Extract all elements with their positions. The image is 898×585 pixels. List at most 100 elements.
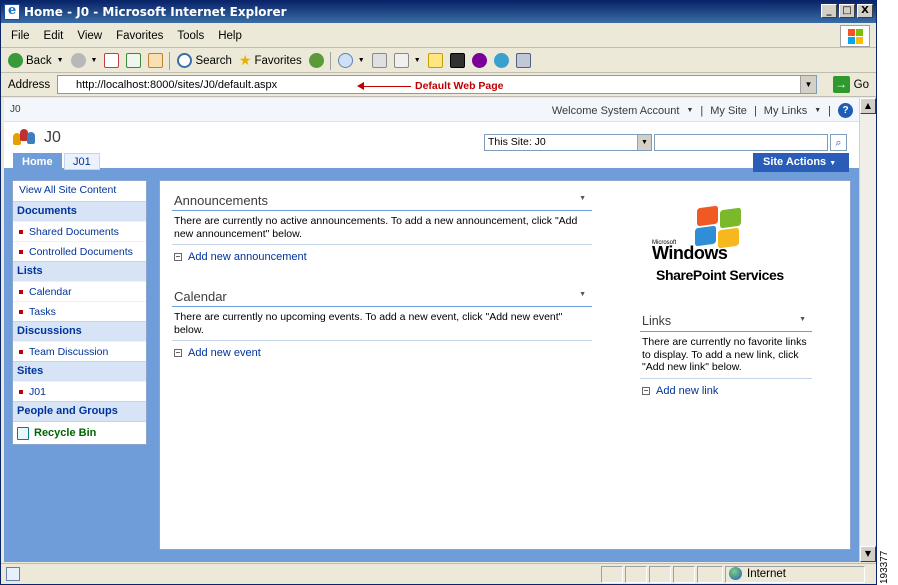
menu-tools[interactable]: Tools (170, 30, 211, 42)
add-event-link[interactable]: Add new event (172, 341, 592, 359)
quicklaunch-item-team-discussion[interactable]: Team Discussion (13, 341, 146, 361)
address-input[interactable]: http://localhost:8000/sites/J0/default.a… (57, 75, 817, 94)
my-site-link[interactable]: My Site (710, 105, 747, 117)
search-input[interactable] (654, 134, 828, 151)
quicklaunch-item-controlled-documents[interactable]: Controlled Documents (13, 241, 146, 261)
scroll-down-icon[interactable]: ▼ (860, 546, 876, 562)
quicklaunch-item-tasks[interactable]: Tasks (13, 301, 146, 321)
status-pane (673, 566, 695, 583)
yahoo-button[interactable] (471, 53, 487, 68)
yahoo-icon (471, 53, 487, 68)
divider: | (700, 104, 704, 117)
messenger-button[interactable] (493, 53, 509, 68)
menu-bar: File Edit View Favorites Tools Help (1, 24, 876, 48)
vertical-scrollbar[interactable]: ▲ ▼ (859, 98, 876, 562)
menu-favorites[interactable]: Favorites (109, 30, 170, 42)
global-breadcrumb[interactable]: J0 (10, 104, 21, 115)
chevron-down-icon: ▼ (686, 107, 694, 114)
go-button[interactable]: → Go (832, 76, 869, 93)
announcements-title[interactable]: Announcements ▼ (172, 191, 592, 211)
bullet-icon (19, 249, 23, 254)
tab-home[interactable]: Home (13, 153, 62, 170)
home-button[interactable] (148, 53, 164, 68)
status-pane (601, 566, 623, 583)
tab-j01[interactable]: J01 (64, 153, 100, 170)
close-button[interactable]: X (857, 4, 873, 18)
quicklaunch-heading-discussions[interactable]: Discussions (13, 321, 146, 341)
address-url: http://localhost:8000/sites/J0/default.a… (76, 78, 278, 91)
bluetooth-button[interactable] (515, 53, 531, 68)
discuss-button[interactable] (427, 53, 443, 68)
recycle-bin-link[interactable]: Recycle Bin (13, 421, 146, 444)
view-all-content-link[interactable]: View All Site Content (13, 181, 146, 201)
wss-logo: Microsoft Windows SharePoint Services (650, 203, 800, 289)
search-button[interactable]: Search (177, 53, 232, 68)
help-icon[interactable]: ? (838, 103, 853, 118)
refresh-icon (126, 53, 142, 68)
print-button[interactable] (371, 53, 387, 68)
webpart-menu-icon[interactable]: ▼ (799, 316, 806, 323)
quicklaunch-heading-lists[interactable]: Lists (13, 261, 146, 281)
add-item-icon (174, 349, 182, 358)
search-go-icon[interactable]: ⌕ (830, 134, 847, 151)
divider: | (753, 104, 757, 117)
page-viewport: J0 Welcome System Account ▼ | My Site | … (4, 98, 859, 562)
recycle-bin-icon (17, 426, 29, 440)
mail-button[interactable]: ▼ (337, 53, 365, 68)
stop-button[interactable] (104, 53, 120, 68)
bullet-icon (19, 349, 23, 354)
stop-icon (104, 53, 120, 68)
welcome-menu[interactable]: Welcome System Account (552, 105, 680, 117)
site-actions-menu[interactable]: Site Actions ▼ (753, 153, 849, 172)
back-button[interactable]: Back ▼ (8, 53, 64, 68)
quicklaunch-heading-documents[interactable]: Documents (13, 201, 146, 221)
go-arrow-icon: → (832, 76, 850, 93)
calendar-title[interactable]: Calendar ▼ (172, 287, 592, 307)
scroll-up-icon[interactable]: ▲ (860, 98, 876, 114)
edit-button[interactable]: ▼ (393, 53, 421, 68)
forward-button[interactable]: ▼ (70, 53, 97, 68)
quicklaunch-heading-people-groups[interactable]: People and Groups (13, 401, 146, 421)
top-navigation: Home J01 Site Actions ▼ (4, 153, 859, 172)
maximize-button[interactable]: □ (839, 4, 855, 18)
site-title-row: J0 This Site: J0 ▼ ⌕ (4, 123, 859, 153)
add-announcement-link[interactable]: Add new announcement (172, 245, 592, 263)
menu-help[interactable]: Help (211, 30, 249, 42)
page-status-icon (6, 567, 20, 581)
toolbar-separator (169, 51, 171, 70)
main-content-zone: Announcements ▼ There are currently no a… (159, 180, 851, 550)
mail-icon (337, 53, 353, 68)
favorites-button[interactable]: ★ Favorites (239, 52, 302, 69)
quicklaunch-item-shared-documents[interactable]: Shared Documents (13, 221, 146, 241)
address-dropdown[interactable]: ▼ (800, 76, 816, 93)
webpart-menu-icon[interactable]: ▼ (579, 195, 586, 202)
menu-view[interactable]: View (70, 30, 109, 42)
window-title: Home - J0 - Microsoft Internet Explorer (24, 5, 287, 19)
annotation-arrow (357, 81, 411, 90)
quicklaunch-heading-sites[interactable]: Sites (13, 361, 146, 381)
search-scope-select[interactable]: This Site: J0 ▼ (484, 134, 652, 151)
refresh-button[interactable] (126, 53, 142, 68)
quicklaunch-item-j01[interactable]: J01 (13, 381, 146, 401)
toolbar-separator (329, 51, 331, 70)
menu-file[interactable]: File (1, 30, 37, 42)
links-empty-text: There are currently no favorite links to… (640, 332, 812, 379)
bullet-icon (19, 309, 23, 314)
links-title[interactable]: Links ▼ (640, 312, 812, 332)
site-title[interactable]: J0 (44, 129, 61, 147)
announcements-empty-text: There are currently no active announceme… (172, 211, 592, 246)
add-link-link[interactable]: Add new link (640, 379, 812, 397)
chevron-down-icon: ▼ (829, 160, 837, 167)
research-button[interactable] (449, 53, 465, 68)
my-links-menu[interactable]: My Links (764, 105, 807, 117)
history-button[interactable] (308, 53, 324, 68)
minimize-button[interactable]: _ (821, 4, 837, 18)
star-icon: ★ (238, 52, 252, 68)
announcements-webpart: Announcements ▼ There are currently no a… (172, 191, 592, 263)
webpart-menu-icon[interactable]: ▼ (579, 291, 586, 298)
windows-flag-icon (695, 205, 743, 249)
menu-edit[interactable]: Edit (37, 30, 71, 42)
quick-launch: View All Site Content Documents Shared D… (12, 180, 147, 445)
security-zone: Internet (729, 567, 786, 580)
quicklaunch-item-calendar[interactable]: Calendar (13, 281, 146, 301)
